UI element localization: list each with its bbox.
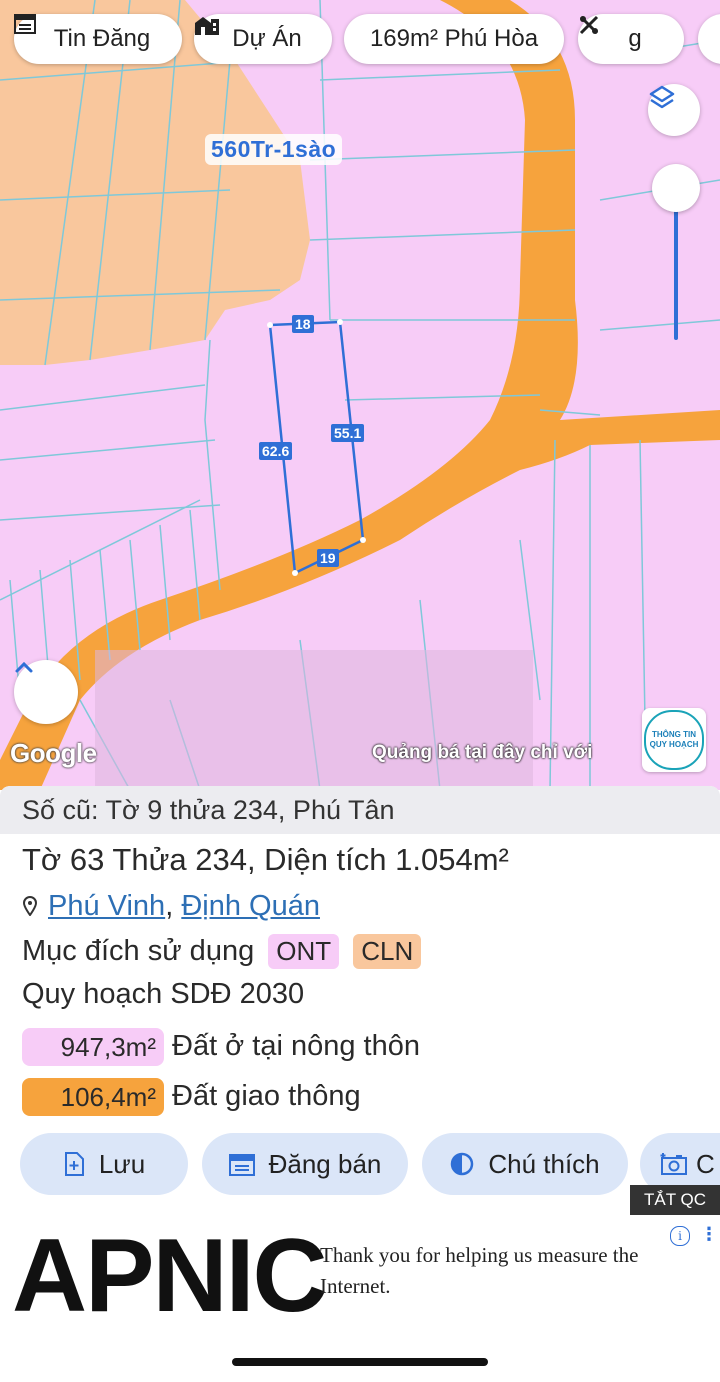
chip-search-area[interactable]: 169m² Phú Hòa [344,14,564,64]
map-view[interactable]: 18 55.1 62.6 19 560Tr-1sào Tin Đăng Dự Á… [0,0,720,790]
old-info-row: Số cũ: Tờ 9 thửa 234, Phú Tân [0,786,720,834]
ad-brand: APNIC [12,1218,328,1334]
location-pin-icon [22,891,38,924]
close-ad-button[interactable]: TẮT QC [630,1185,720,1215]
old-info-text: Số cũ: Tờ 9 thửa 234, Phú Tân [22,794,395,825]
chip-listings[interactable]: Tin Đăng [14,14,182,64]
purpose-label: Mục đích sử dụng [22,935,255,967]
save-button[interactable]: Lưu [20,1133,188,1195]
plan-desc-road: Đất giao thông [172,1080,361,1112]
ad-banner[interactable]: APNIC Thank you for helping us measure t… [0,1222,720,1328]
logo-text-bottom: QUY HOẠCH [649,740,699,749]
chip-listings-label: Tin Đăng [53,25,151,52]
purpose-row: Mục đích sử dụng ONT CLN [22,934,422,969]
info-logo-button[interactable]: THÔNG TIN QUY HOẠCH [642,708,706,772]
camera-label: C [696,1148,715,1179]
save-icon [63,1152,85,1176]
dimension-top-label: 18 [292,315,314,333]
plan-area-residential: 947,3m² [22,1028,164,1066]
camera-icon [660,1152,688,1176]
legend-button[interactable]: Chú thích [422,1133,628,1195]
plan-desc-residential: Đất ở tại nông thôn [172,1030,420,1062]
calendar-icon [228,1152,255,1176]
plan-label: Quy hoạch SDĐ 2030 [22,978,305,1010]
purpose-tag-cln[interactable]: CLN [353,934,422,969]
dimension-left-label: 62.6 [259,442,293,460]
logo-text-top: THÔNG TIN [652,730,696,739]
commune-link[interactable]: Phú Vinh [48,890,165,922]
ad-overlay [95,650,533,790]
info-logo: THÔNG TIN QUY HOẠCH [644,710,704,770]
location-row: Phú Vinh, Định Quán [22,890,320,924]
map-canvas[interactable] [0,0,720,790]
area-label: , Diện tích [246,842,387,877]
parcel-title: Tờ 63 Thửa 234, Diện tích 1.054m² [22,842,509,878]
layers-button[interactable] [648,84,700,136]
opacity-slider-track[interactable] [674,190,678,340]
chip-tools-label: g [628,25,642,52]
plan-area-road: 106,4m² [22,1078,164,1116]
chip-tools[interactable]: g [578,14,684,64]
legend-label: Chú thích [488,1148,600,1179]
chip-search-area-label: 169m² Phú Hòa [369,25,539,52]
save-label: Lưu [98,1148,146,1179]
chip-projects-label: Dự Án [232,25,302,52]
parcel-number: 234 [195,842,247,877]
area-value: 1.054m² [395,842,509,877]
google-attribution: Google [10,738,97,768]
district-link[interactable]: Định Quán [181,890,320,922]
ad-info-icon[interactable]: i [670,1226,690,1246]
expand-panel-button[interactable] [14,660,78,724]
chip-projects[interactable]: Dự Án [194,14,332,64]
post-sale-label: Đăng bán [268,1148,382,1179]
title-prefix: Tờ 63 Thửa [22,842,187,877]
ad-more-icon[interactable]: ⋮ [700,1224,718,1245]
price-label[interactable]: 560Tr-1sào [205,134,343,165]
dimension-bottom-label: 19 [317,549,339,567]
home-indicator[interactable] [232,1358,488,1366]
ad-text: Thank you for helping us measure the Int… [320,1243,639,1298]
purpose-tag-ont[interactable]: ONT [268,934,340,969]
post-sale-button[interactable]: Đăng bán [202,1133,408,1195]
map-ad-text[interactable]: Quảng bá tại đây chỉ với [372,742,592,764]
legend-icon [450,1152,474,1176]
opacity-slider-knob[interactable] [652,164,700,212]
dimension-right-label: 55.1 [331,424,365,442]
